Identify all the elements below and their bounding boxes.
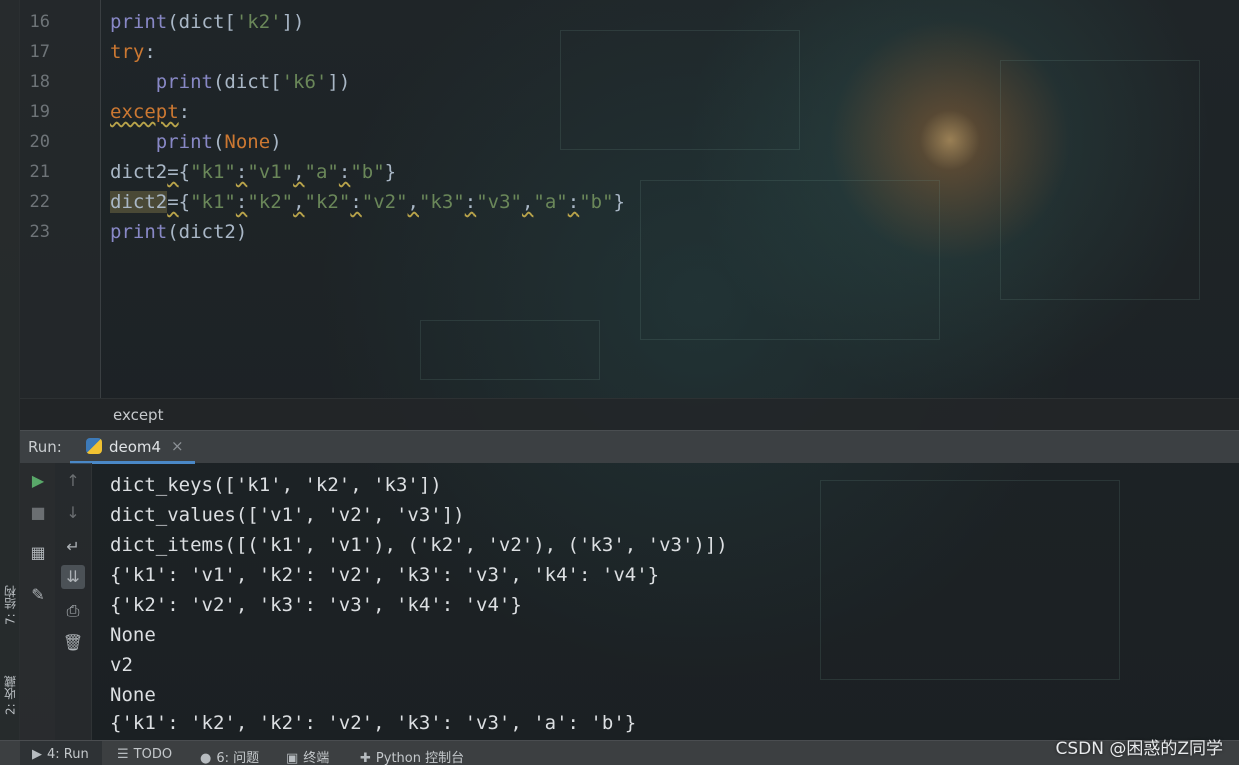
code-line[interactable]: print(dict['k2']) <box>110 7 305 37</box>
line-number: 16 <box>29 12 50 32</box>
python-icon <box>86 438 102 454</box>
pin-icon[interactable]: ✎ <box>26 583 50 607</box>
console-scrolled-line <box>110 446 1080 463</box>
line-number: 19 <box>29 102 50 122</box>
python-icon: ✚ <box>360 751 371 765</box>
print-icon[interactable]: ⎙ <box>61 599 85 623</box>
console-line: None <box>110 624 156 646</box>
terminal-tool-tab[interactable]: ▣ 终端 <box>286 747 329 765</box>
line-number: 22 <box>29 192 50 212</box>
favorites-tab[interactable]: 2: 收藏 <box>1 660 19 730</box>
run-toolbar-primary: ▶ ■ ▦ ✎ <box>20 463 55 740</box>
run-toolbar-secondary: ↑ ↓ ↵ ⇊ ⎙ 🗑 <box>55 463 92 740</box>
favorites-tab-label: 2: 收藏 <box>3 675 18 715</box>
terminal-tool-label: 终端 <box>303 751 330 765</box>
console-line: dict_values(['v1', 'v2', 'v3']) <box>110 504 465 526</box>
bottom-tool-bar: ▶ 4: Run ☰ TODO ● 6: 问题 ▣ 终端 ✚ Python 控制台 <box>0 740 1239 765</box>
line-number: 18 <box>29 72 50 92</box>
problems-tool-tab[interactable]: ● 6: 问题 <box>200 747 259 765</box>
run-tool-tab[interactable]: ▶ 4: Run <box>20 741 102 765</box>
breadcrumb-item[interactable]: except <box>113 406 163 424</box>
code-line[interactable]: dict2={"k1":"k2","k2":"v2","k3":"v3","a"… <box>110 187 625 217</box>
code-line[interactable]: try: <box>110 37 156 67</box>
circuit-trace <box>640 180 940 340</box>
info-icon: ● <box>200 751 212 765</box>
rerun-icon[interactable]: ▶ <box>26 469 50 493</box>
list-icon: ☰ <box>117 747 129 762</box>
code-line[interactable]: print(dict['k6']) <box>110 67 351 97</box>
scroll-to-end-icon[interactable]: ⇊ <box>61 565 85 589</box>
problems-tool-label: 6: 问题 <box>216 751 260 765</box>
code-line[interactable]: dict2={"k1":"v1","a":"b"} <box>110 157 396 187</box>
line-number: 21 <box>29 162 50 182</box>
code-line[interactable]: print(None) <box>110 127 282 157</box>
run-label: Run: <box>28 438 62 456</box>
layout-icon[interactable]: ▦ <box>26 541 50 565</box>
console-line: {'k2': 'v2', 'k3': 'v3', 'k4': 'v4'} <box>110 594 522 616</box>
structure-tab[interactable]: 7: 结构 <box>1 570 19 640</box>
terminal-icon: ▣ <box>286 751 299 765</box>
csdn-watermark: CSDN @困惑的Z同学 <box>1055 739 1223 759</box>
circuit-trace <box>420 320 600 380</box>
python-console-tool-label: Python 控制台 <box>375 751 465 765</box>
line-number: 23 <box>29 222 50 242</box>
left-tool-strip: 7: 结构 2: 收藏 <box>0 0 20 740</box>
soft-wrap-icon[interactable]: ↵ <box>61 535 85 559</box>
console-line: dict_items([('k1', 'v1'), ('k2', 'v2'), … <box>110 534 728 556</box>
console-line: dict_keys(['k1', 'k2', 'k3']) <box>110 474 442 496</box>
code-line[interactable]: print(dict2) <box>110 217 247 247</box>
console-line: {'k1': 'k2', 'k2': 'v2', 'k3': 'v3', 'a'… <box>110 712 637 734</box>
arrow-down-icon[interactable]: ↓ <box>61 501 85 525</box>
circuit-trace <box>560 30 800 150</box>
arrow-up-icon[interactable]: ↑ <box>61 469 85 493</box>
stop-icon[interactable]: ■ <box>26 501 50 525</box>
gutter-divider <box>100 0 101 398</box>
python-console-tool-tab[interactable]: ✚ Python 控制台 <box>360 747 464 765</box>
console-line: {'k1': 'v1', 'k2': 'v2', 'k3': 'v3', 'k4… <box>110 564 660 586</box>
todo-tool-label: TODO <box>133 747 173 762</box>
circuit-trace <box>1000 60 1200 300</box>
circuit-trace <box>820 480 1120 680</box>
play-icon: ▶ <box>32 747 42 762</box>
structure-tab-label: 7: 结构 <box>3 585 18 625</box>
breadcrumb[interactable]: except <box>20 398 1239 430</box>
run-tool-label: 4: Run <box>47 747 89 762</box>
line-number: 17 <box>29 42 50 62</box>
line-number: 20 <box>29 132 50 152</box>
todo-tool-tab[interactable]: ☰ TODO <box>117 747 172 762</box>
code-line[interactable]: except: <box>110 97 190 127</box>
console-line: None <box>110 684 156 706</box>
trash-icon[interactable]: 🗑 <box>61 631 85 655</box>
console-line: v2 <box>110 654 133 676</box>
